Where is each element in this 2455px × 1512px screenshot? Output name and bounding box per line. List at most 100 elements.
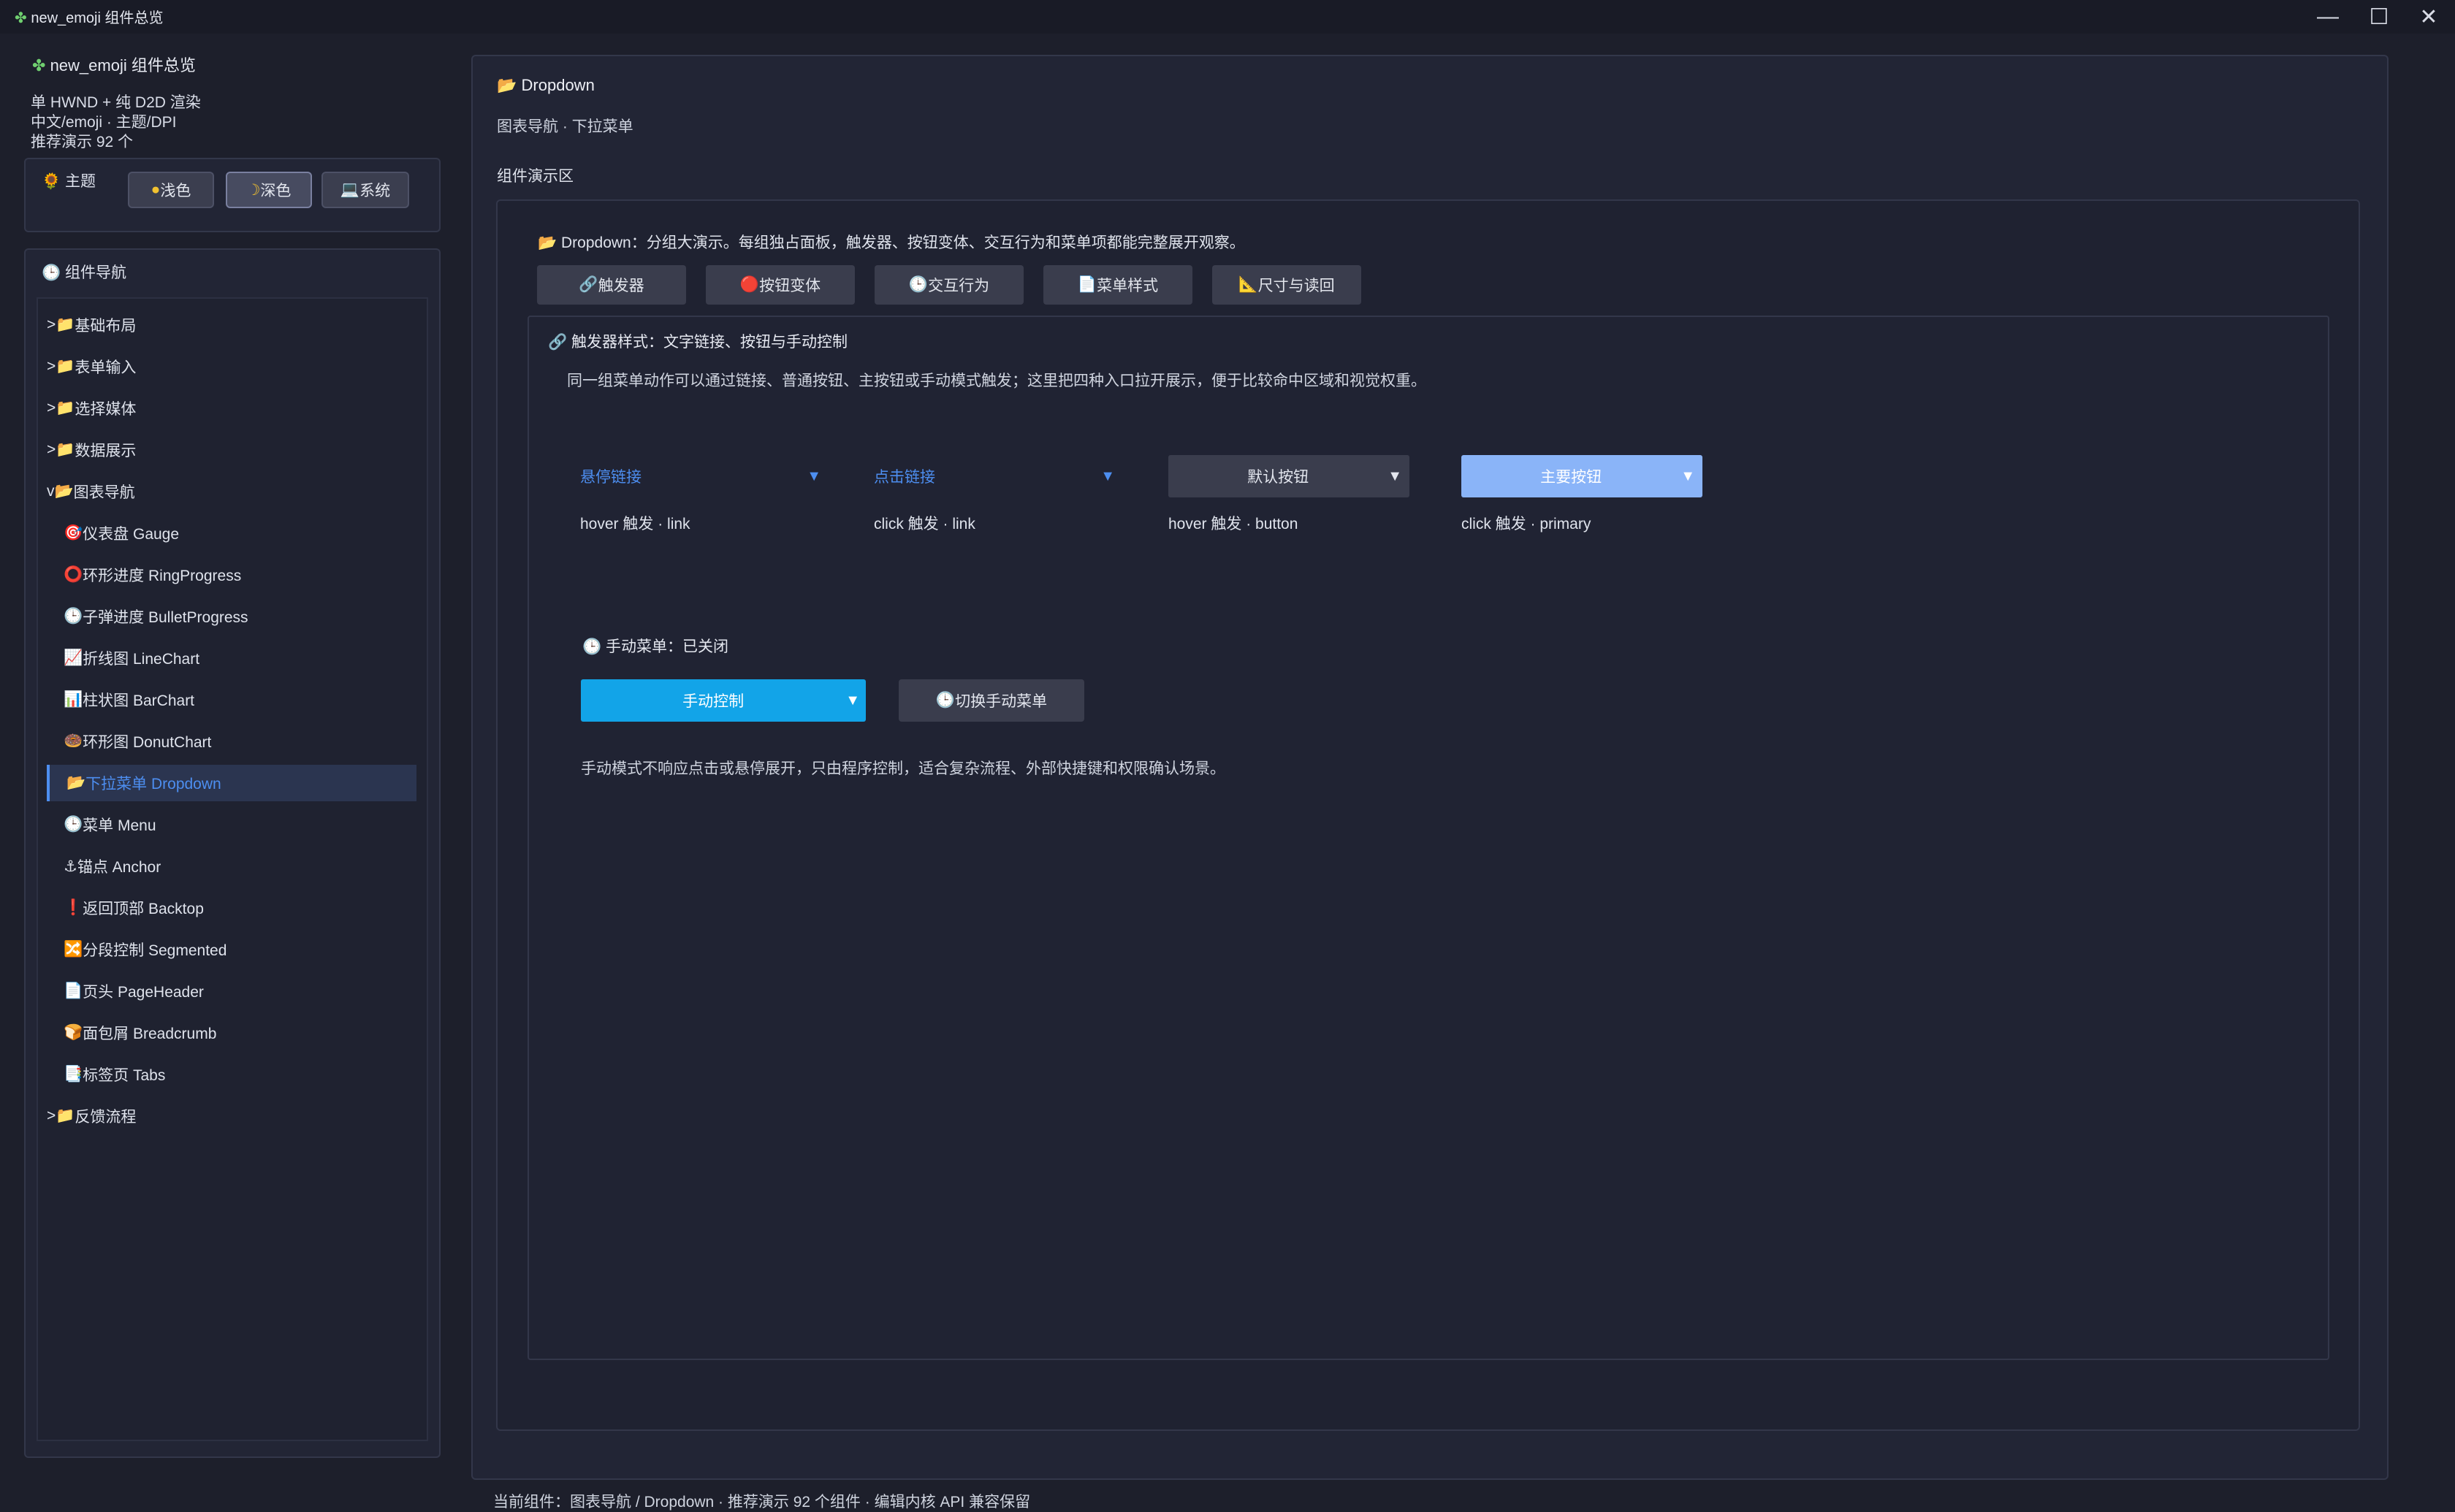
nav-item-backtop[interactable]: ❗ 返回顶部 Backtop	[47, 890, 416, 926]
manual-note: 手动模式不响应点击或悬停展开，只由程序控制，适合复杂流程、外部快捷键和权限确认场…	[581, 760, 1225, 777]
trigger-caption: hover 触发 · link	[580, 516, 690, 532]
exclamation-icon: ❗	[64, 899, 83, 916]
sun-icon: ●	[151, 181, 161, 198]
nav-item-segmented[interactable]: 🔀 分段控制 Segmented	[47, 931, 416, 968]
theme-dark-button[interactable]: ☽ 深色	[226, 172, 312, 208]
info-line: 中文/emoji · 主题/DPI	[31, 114, 177, 131]
caret-down-icon: ▼	[1388, 467, 1402, 484]
theme-icon: 🌻	[42, 173, 61, 190]
tab-menu-style[interactable]: 📄 菜单样式	[1043, 265, 1192, 305]
folder-icon: 📂	[66, 774, 86, 791]
clock-icon: 🕒	[935, 692, 956, 709]
app-icon: ✤	[15, 10, 27, 26]
clock-icon: 🕒	[582, 638, 602, 655]
tab-interaction[interactable]: 🕒 交互行为	[875, 265, 1024, 305]
nav-group-chart-nav[interactable]: v 📂 图表导航	[47, 473, 416, 510]
brand: ✤ new_emoji 组件总览	[32, 56, 196, 75]
demo-area-title: 组件演示区	[497, 168, 574, 185]
page-icon: 📑	[64, 1066, 83, 1083]
trigger-caption: hover 触发 · button	[1168, 516, 1298, 532]
nav-item-anchor[interactable]: ⚓ 锚点 Anchor	[47, 848, 416, 885]
theme-title: 🌻 主题	[42, 173, 96, 190]
nav-group-data-display[interactable]: > 📁 数据展示	[47, 432, 416, 468]
nav-item-tabs[interactable]: 📑 标签页 Tabs	[47, 1056, 416, 1093]
info-line: 单 HWND + 纯 D2D 渲染	[31, 94, 201, 111]
button-icon: 🔴	[739, 276, 760, 293]
moon-icon: ☽	[246, 181, 261, 199]
caret-down-icon: ▼	[1100, 467, 1115, 484]
nav-item-gauge[interactable]: 🎯 仪表盘 Gauge	[47, 515, 416, 551]
tab-size-readback[interactable]: 📐 尺寸与读回	[1212, 265, 1361, 305]
nav-group-select-media[interactable]: > 📁 选择媒体	[47, 390, 416, 427]
theme-light-button[interactable]: ● 浅色	[128, 172, 214, 208]
donut-icon: 🍩	[64, 733, 83, 749]
page-subtitle: 图表导航 · 下拉菜单	[497, 118, 633, 135]
nav-item-page-header[interactable]: 📄 页头 PageHeader	[47, 973, 416, 1009]
nav-item-dropdown[interactable]: 📂 下拉菜单 Dropdown	[47, 765, 416, 801]
folder-icon: 📁	[56, 358, 75, 375]
default-button-dropdown[interactable]: 默认按钮 ▼	[1168, 455, 1409, 497]
app-icon: ✤	[32, 56, 46, 75]
manual-control-dropdown[interactable]: 手动控制 ▼	[581, 679, 866, 722]
ruler-icon: 📐	[1238, 276, 1258, 293]
section-description: 同一组菜单动作可以通过链接、普通按钮、主按钮或手动模式触发；这里把四种入口拉开展…	[567, 373, 1426, 389]
folder-icon: 📂	[538, 234, 557, 251]
caret-down-icon: ▼	[1681, 467, 1695, 484]
nav-item-bullet-progress[interactable]: 🕒 子弹进度 BulletProgress	[47, 598, 416, 635]
link-icon: 🔗	[579, 276, 598, 293]
theme-system-button[interactable]: 💻 系统	[321, 172, 409, 208]
intro-text: 📂 Dropdown：分组大演示。每组独占面板，触发器、按钮变体、交互行为和菜单…	[538, 234, 1245, 251]
nav-group-form-input[interactable]: > 📁 表单输入	[47, 348, 416, 385]
manual-status: 🕒 手动菜单：已关闭	[582, 638, 728, 655]
hover-link-dropdown[interactable]: 悬停链接 ▼	[580, 455, 821, 497]
shuffle-icon: 🔀	[64, 941, 83, 958]
clock-icon: 🕒	[42, 264, 61, 281]
page-icon: 📄	[1077, 276, 1097, 293]
page-icon: 📄	[64, 982, 83, 999]
nav-item-ring-progress[interactable]: ⭕ 环形进度 RingProgress	[47, 557, 416, 593]
nav-title: 🕒 组件导航	[42, 264, 126, 281]
clock-icon: 🕒	[64, 816, 83, 833]
page-title: 📂 Dropdown	[497, 76, 595, 94]
bar-chart-icon: 📊	[64, 691, 83, 708]
laptop-icon: 💻	[340, 181, 360, 198]
tab-trigger[interactable]: 🔗 触发器	[537, 265, 686, 305]
ring-icon: ⭕	[64, 566, 83, 583]
anchor-icon: ⚓	[64, 858, 77, 875]
section-title: 🔗 触发器样式：文字链接、按钮与手动控制	[548, 334, 848, 351]
folder-icon: 📁	[56, 1107, 75, 1124]
status-bar: 当前组件：图表导航 / Dropdown · 推荐演示 92 个组件 · 编辑内…	[493, 1494, 1031, 1511]
nav-group-feedback[interactable]: > 📁 反馈流程	[47, 1098, 416, 1134]
target-icon: 🎯	[64, 524, 83, 541]
nav-item-bar-chart[interactable]: 📊 柱状图 BarChart	[47, 681, 416, 718]
toggle-manual-menu-button[interactable]: 🕒 切换手动菜单	[899, 679, 1084, 722]
nav-item-line-chart[interactable]: 📈 折线图 LineChart	[47, 640, 416, 676]
nav-item-breadcrumb[interactable]: 🍞 面包屑 Breadcrumb	[47, 1015, 416, 1051]
primary-button-dropdown[interactable]: 主要按钮 ▼	[1461, 455, 1702, 497]
maximize-button[interactable]: ☐	[2354, 0, 2404, 34]
close-button[interactable]: ✕	[2404, 0, 2454, 34]
trigger-caption: click 触发 · primary	[1461, 516, 1591, 532]
bread-icon: 🍞	[64, 1024, 83, 1041]
window-title: ✤ new_emoji 组件总览	[15, 10, 164, 26]
trigger-caption: click 触发 · link	[874, 516, 975, 532]
folder-icon: 📁	[56, 400, 75, 416]
line-chart-icon: 📈	[64, 649, 83, 666]
link-icon: 🔗	[548, 334, 568, 351]
caret-down-icon: ▼	[845, 692, 860, 709]
clock-icon: 🕒	[908, 276, 929, 293]
minimize-button[interactable]: —	[2303, 0, 2353, 34]
folder-icon: 📂	[497, 76, 517, 94]
nav-group-basic-layout[interactable]: > 📁 基础布局	[47, 307, 416, 343]
title-bar: ✤ new_emoji 组件总览 — ☐ ✕	[0, 0, 2455, 34]
info-line: 推荐演示 92 个	[31, 134, 134, 150]
click-link-dropdown[interactable]: 点击链接 ▼	[874, 455, 1115, 497]
folder-open-icon: 📂	[54, 483, 74, 500]
nav-item-menu[interactable]: 🕒 菜单 Menu	[47, 806, 416, 843]
nav-item-donut-chart[interactable]: 🍩 环形图 DonutChart	[47, 723, 416, 760]
clock-icon: 🕒	[64, 608, 83, 625]
folder-icon: 📁	[56, 316, 75, 333]
folder-icon: 📁	[56, 441, 75, 458]
caret-down-icon: ▼	[807, 467, 821, 484]
tab-button-variant[interactable]: 🔴 按钮变体	[706, 265, 855, 305]
